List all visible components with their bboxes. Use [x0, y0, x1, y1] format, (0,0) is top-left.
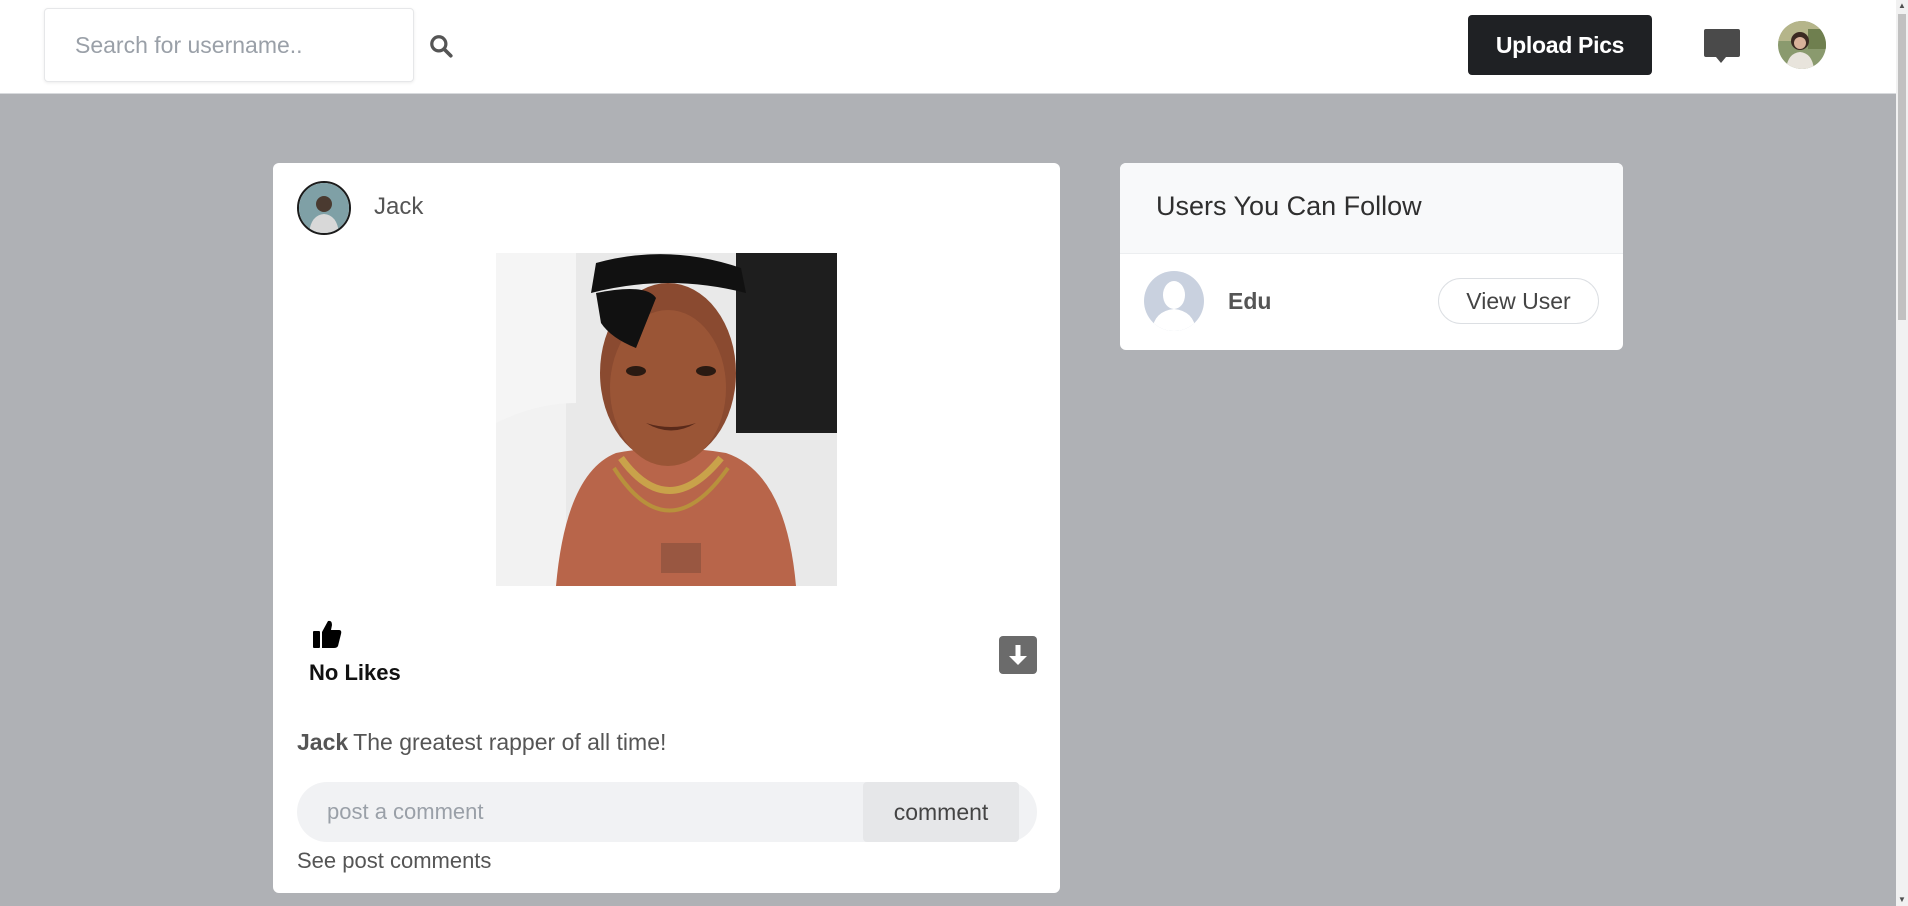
- search-input[interactable]: [45, 9, 413, 81]
- suggestions-header: Users You Can Follow: [1120, 163, 1623, 254]
- upload-pics-button[interactable]: Upload Pics: [1468, 15, 1652, 75]
- suggestions-card: Users You Can Follow Edu View User: [1120, 163, 1623, 350]
- post-author-avatar[interactable]: [297, 181, 351, 235]
- suggested-user-name[interactable]: Edu: [1228, 288, 1271, 315]
- post-caption: Jack The greatest rapper of all time!: [297, 729, 666, 756]
- download-icon: [1009, 645, 1027, 665]
- comment-form: comment: [297, 782, 1037, 842]
- suggested-user-avatar[interactable]: [1144, 271, 1204, 331]
- see-comments-link[interactable]: See post comments: [297, 848, 491, 874]
- download-button[interactable]: [999, 636, 1037, 674]
- post-image: [496, 253, 837, 586]
- suggested-user-row: Edu View User: [1120, 254, 1623, 350]
- post-author-name[interactable]: Jack: [374, 193, 423, 221]
- page-scrollbar[interactable]: ▲ ▼: [1896, 0, 1908, 906]
- chat-icon[interactable]: [1702, 26, 1742, 66]
- scroll-thumb[interactable]: [1898, 14, 1906, 320]
- post-card: Jack No Likes Jack The greatest rapper o…: [273, 163, 1060, 893]
- search-icon[interactable]: [428, 33, 454, 59]
- scroll-up-arrow-icon[interactable]: ▲: [1896, 0, 1908, 12]
- caption-text: The greatest rapper of all time!: [353, 729, 667, 755]
- suggestions-title: Users You Can Follow: [1156, 191, 1422, 221]
- likes-count: No Likes: [309, 660, 401, 685]
- scroll-down-arrow-icon[interactable]: ▼: [1896, 894, 1908, 906]
- author-photo: [299, 183, 349, 233]
- top-navbar: Upload Pics: [0, 0, 1896, 94]
- comment-submit-button[interactable]: comment: [863, 782, 1019, 842]
- profile-photo: [1778, 21, 1826, 69]
- comment-input[interactable]: [297, 782, 857, 842]
- default-avatar-icon: [1144, 271, 1204, 331]
- caption-username[interactable]: Jack: [297, 729, 348, 755]
- profile-avatar[interactable]: [1778, 21, 1826, 69]
- view-user-button[interactable]: View User: [1438, 278, 1599, 324]
- search-box: [44, 8, 414, 82]
- thumbs-up-icon[interactable]: [311, 618, 343, 650]
